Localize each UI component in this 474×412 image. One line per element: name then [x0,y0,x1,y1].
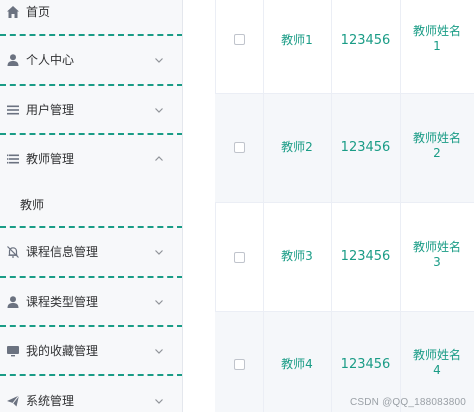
teacher-full-name: 教师姓名 3 [400,240,474,270]
teacher-full-name-line2: 3 [433,255,441,269]
sidebar-item-label: 我的收藏管理 [26,344,99,358]
menu-divider [0,34,182,36]
teacher-full-name-line2: 4 [433,363,441,377]
list-icon [7,105,19,115]
teacher-full-name: 教师姓名 2 [400,131,474,161]
menu-divider [0,84,182,86]
sidebar-item-label: 个人中心 [26,53,75,67]
sidebar-item-label: 课程信息管理 [26,245,99,259]
teacher-full-name: 教师姓名 1 [400,24,474,54]
chevron-down-icon [155,58,163,63]
watermark: CSDN @QQ_188083800 [349,397,466,408]
teacher-full-name-line1: 教师姓名 [412,348,461,362]
sidebar-item-teacher-management[interactable]: 教师管理 [0,141,182,177]
teacher-full-name-line1: 教师姓名 [412,131,461,145]
sidebar-item-label: 教师管理 [26,152,75,166]
monitor-icon [7,346,19,357]
sidebar-item-label: 用户管理 [26,103,75,117]
menu-divider [0,325,182,327]
chevron-down-icon [155,300,163,305]
sidebar-item-personal-center[interactable]: 个人中心 [0,42,182,78]
teacher-account: 教师1 [281,33,313,47]
teacher-full-name-line2: 2 [433,146,441,160]
sidebar-item-favorites-management[interactable]: 我的收藏管理 [0,333,182,369]
menu-divider [0,374,182,376]
chevron-down-icon [155,250,163,255]
row-checkbox[interactable] [234,34,245,45]
table-row[interactable]: 教师1 123456 教师姓名 1 [215,0,474,94]
row-checkbox[interactable] [234,252,245,263]
chevron-down-icon [155,399,163,404]
home-icon [7,6,19,18]
list-icon [7,154,19,164]
row-checkbox[interactable] [234,142,245,153]
teacher-full-name-line1: 教师姓名 [412,24,461,38]
row-checkbox[interactable] [234,359,245,370]
teacher-account: 教师4 [281,357,313,371]
teacher-full-name-line2: 1 [433,39,441,53]
chevron-down-icon [155,108,163,113]
sidebar-item-label: 系统管理 [26,394,75,408]
sidebar-item-user-management[interactable]: 用户管理 [0,92,182,128]
teacher-account: 教师3 [281,249,313,263]
sidebar-item-course-type-management[interactable]: 课程类型管理 [0,284,182,320]
chevron-up-icon [155,156,163,161]
table-row[interactable]: 教师3 123456 教师姓名 3 [215,203,474,312]
sidebar-item-home[interactable]: 首页 [0,0,182,30]
sidebar-item-course-info-management[interactable]: 课程信息管理 [0,234,182,270]
teacher-full-name: 教师姓名 4 [400,348,474,378]
table-row[interactable]: 教师2 123456 教师姓名 2 [215,94,474,203]
user-icon [7,296,19,308]
user-icon [7,54,19,66]
submenu-item-label: 教师 [20,197,45,212]
bell-off-icon [7,246,19,258]
teacher-password: 123456 [340,249,391,264]
teacher-account: 教师2 [281,140,313,154]
sidebar-item-system-management[interactable]: 系统管理 [0,383,182,412]
menu-divider [0,276,182,278]
sidebar-menu: 首页 个人中心 用户管理 教师管理 教师 课程信息管理 课程类型管理 我的收藏管… [0,0,183,412]
sidebar-item-label: 首页 [26,5,51,19]
teacher-password: 123456 [340,357,391,372]
teacher-full-name-line1: 教师姓名 [412,240,461,254]
send-icon [7,395,20,407]
menu-divider [0,226,182,228]
sidebar-item-label: 课程类型管理 [26,295,99,309]
teacher-password: 123456 [340,140,391,155]
submenu-item-teacher[interactable]: 教师 [0,186,182,222]
chevron-down-icon [155,349,163,354]
menu-divider [0,133,182,135]
teacher-password: 123456 [340,33,391,48]
